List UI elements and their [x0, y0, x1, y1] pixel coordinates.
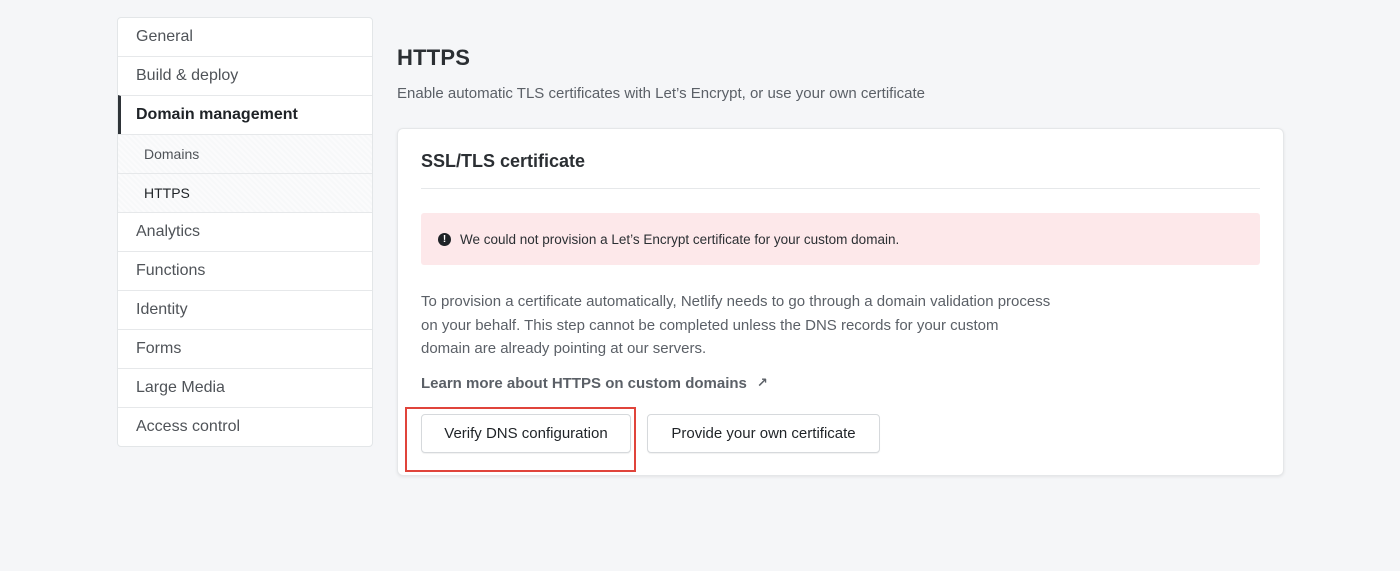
page-subtitle: Enable automatic TLS certificates with L…: [397, 85, 926, 102]
learn-more-link[interactable]: Learn more about HTTPS on custom domains…: [421, 375, 768, 392]
external-arrow-icon: ↗: [756, 375, 768, 390]
page: General Build & deploy Domain management…: [0, 0, 1400, 571]
ssl-certificate-card: SSL/TLS certificate ! We could not provi…: [397, 128, 1284, 476]
settings-sidebar: General Build & deploy Domain management…: [117, 17, 373, 447]
alert-text: We could not provision a Let’s Encrypt c…: [460, 231, 900, 247]
sidebar-item-build-deploy[interactable]: Build & deploy: [118, 56, 372, 95]
sidebar-item-functions[interactable]: Functions: [118, 251, 372, 290]
button-group: Verify DNS configuration Provide your ow…: [421, 413, 1260, 453]
sidebar-subitem-domains[interactable]: Domains: [118, 134, 372, 173]
sidebar-item-general[interactable]: General: [118, 18, 372, 56]
sidebar-item-domain-management[interactable]: Domain management: [118, 95, 372, 134]
sidebar-item-large-media[interactable]: Large Media: [118, 368, 372, 407]
learn-more-link-label: Learn more about HTTPS on custom domains: [421, 374, 747, 392]
card-title: SSL/TLS certificate: [421, 151, 586, 171]
description-text: To provision a certificate automatically…: [421, 293, 1051, 357]
error-alert: ! We could not provision a Let’s Encrypt…: [421, 213, 1260, 265]
sidebar-item-analytics[interactable]: Analytics: [118, 212, 372, 251]
sidebar-item-forms[interactable]: Forms: [118, 329, 372, 368]
sidebar-subitem-https[interactable]: HTTPS: [118, 173, 372, 212]
provide-certificate-button[interactable]: Provide your own certificate: [647, 413, 880, 453]
verify-dns-button[interactable]: Verify DNS configuration: [421, 413, 631, 453]
sidebar-item-identity[interactable]: Identity: [118, 290, 372, 329]
card-divider: [421, 188, 1260, 189]
main-content: HTTPS Enable automatic TLS certificates …: [397, 45, 1284, 476]
sidebar-item-access-control[interactable]: Access control: [118, 407, 372, 446]
exclamation-circle-icon: !: [438, 232, 451, 246]
page-title: HTTPS: [397, 45, 471, 70]
